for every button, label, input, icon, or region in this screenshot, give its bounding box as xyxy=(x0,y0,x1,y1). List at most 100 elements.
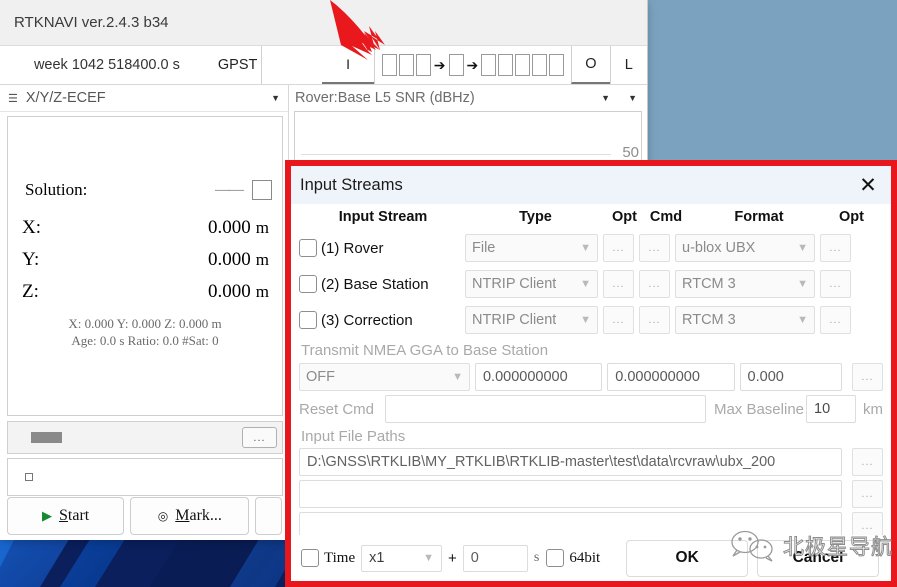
start-button[interactable]: ▶ Start xyxy=(7,497,125,535)
stream-type-value-correction: NTRIP Client xyxy=(472,312,557,328)
snr-option1-chevron-down-icon[interactable]: ▼ xyxy=(601,93,628,103)
stream-format-opt-button-rover[interactable]: ... xyxy=(820,234,851,262)
column-header-opt1: Opt xyxy=(612,209,637,225)
grip-icon: ☰ xyxy=(8,92,18,105)
message-indicator-icon xyxy=(25,473,33,481)
dialog-footer: Time x1 ▼ + 0 s 64bit OK Cancel xyxy=(291,535,891,581)
message-strip xyxy=(7,458,283,496)
nmea-gga-mode-select[interactable]: OFF ▼ xyxy=(299,363,470,391)
stream-format-value-rover: u-blox UBX xyxy=(682,240,756,256)
nmea-gga-label: Transmit NMEA GGA to Base Station xyxy=(301,342,549,359)
nmea-gga-browse-button[interactable]: ... xyxy=(851,363,883,391)
play-icon: ▶ xyxy=(42,508,53,523)
stream-cmd-button-rover[interactable]: ... xyxy=(639,234,670,262)
time-offset-input[interactable]: 0 xyxy=(462,544,528,572)
chevron-down-icon: ▼ xyxy=(452,371,463,383)
time-enable-checkbox[interactable] xyxy=(301,549,319,567)
log-streams-button[interactable]: L xyxy=(609,46,647,84)
stream-type-value-base-station: NTRIP Client xyxy=(472,276,557,292)
chevron-down-icon: ▼ xyxy=(797,314,808,326)
column-header-format: Format xyxy=(734,209,784,225)
snr-title: Rover:Base L5 SNR (dBHz) xyxy=(295,90,475,106)
stream-opt-button-rover[interactable]: ... xyxy=(603,234,634,262)
nmea-gga-latitude-input[interactable]: 0.000000000 xyxy=(474,363,603,391)
nmea-gga-height-input[interactable]: 0.000 xyxy=(739,363,842,391)
nmea-gga-row: OFF ▼ 0.000000000 0.000000000 0.000 ... xyxy=(299,362,883,392)
stream-cmd-button-base-station[interactable]: ... xyxy=(639,270,670,298)
stream-opt-button-base-station[interactable]: ... xyxy=(603,270,634,298)
progress-options-button[interactable]: ... xyxy=(242,427,277,448)
nmea-gga-longitude-input[interactable]: 0.000000000 xyxy=(607,363,735,391)
time-scale-select[interactable]: x1 ▼ xyxy=(361,544,442,572)
input-file-path-row: D:\GNSS\RTKLIB\MY_RTKLIB\RTKLIB-master\t… xyxy=(299,448,883,476)
plus-sign: + xyxy=(448,549,457,567)
nmea-gga-mode-value: OFF xyxy=(306,369,335,385)
input-file-path-1[interactable]: D:\GNSS\RTKLIB\MY_RTKLIB\RTKLIB-master\t… xyxy=(299,448,842,476)
stream-type-select-base-station[interactable]: NTRIP Client ▼ xyxy=(465,270,598,298)
coord-label-z: Z: xyxy=(22,281,39,302)
reset-cmd-input[interactable] xyxy=(385,395,706,423)
stream-type-select-rover[interactable]: File ▼ xyxy=(465,234,598,262)
input-file-paths-label: Input File Paths xyxy=(301,428,406,445)
extra-button[interactable] xyxy=(255,497,282,535)
stream-format-value-base-station: RTCM 3 xyxy=(682,276,736,292)
stream-format-select-correction[interactable]: RTCM 3 ▼ xyxy=(675,306,815,334)
annotation-arrow-icon xyxy=(330,0,385,60)
progress-bar xyxy=(31,432,62,443)
snr-gridline-label: 50 xyxy=(622,144,639,161)
input-file-browse-button-2[interactable]: ... xyxy=(852,480,883,508)
stream-cmd-button-correction[interactable]: ... xyxy=(639,306,670,334)
64bit-checkbox[interactable] xyxy=(546,549,565,567)
stream-indicator-box xyxy=(481,54,497,76)
coord-unit-z: m xyxy=(255,282,269,301)
chevron-down-icon[interactable]: ▼ xyxy=(271,93,280,103)
solution-pane: ☰ X/Y/Z-ECEF ▼ Solution: —— X: 0.000 m Y… xyxy=(0,85,289,540)
stream-row-base-station: (2) Base Station NTRIP Client ▼ ... ... … xyxy=(299,266,883,302)
stream-opt-button-correction[interactable]: ... xyxy=(603,306,634,334)
coord-label-y: Y: xyxy=(22,249,40,270)
stream-format-select-rover[interactable]: u-blox UBX ▼ xyxy=(675,234,815,262)
cancel-button[interactable]: Cancel xyxy=(757,539,879,577)
column-header-stream: Input Stream xyxy=(338,209,428,225)
stream-indicator-box xyxy=(498,54,514,76)
chevron-down-icon: ▼ xyxy=(423,552,434,564)
stream-format-value-correction: RTCM 3 xyxy=(682,312,736,328)
ok-button[interactable]: OK xyxy=(626,539,749,577)
input-file-browse-button-1[interactable]: ... xyxy=(852,448,883,476)
mark-button-rest: ark... xyxy=(189,507,222,524)
max-baseline-label: Max Baseline xyxy=(713,400,804,418)
snr-option2-chevron-down-icon[interactable]: ▼ xyxy=(628,93,641,103)
stream-format-select-base-station[interactable]: RTCM 3 ▼ xyxy=(675,270,815,298)
stream-enable-checkbox-rover[interactable] xyxy=(299,239,317,257)
dialog-title-bar: Input Streams ✕ xyxy=(291,166,891,204)
reset-cmd-label: Reset Cmd xyxy=(299,400,375,418)
stream-enable-checkbox-correction[interactable] xyxy=(299,311,317,329)
coord-unit-x: m xyxy=(255,218,269,237)
stream-enable-checkbox-base-station[interactable] xyxy=(299,275,317,293)
arrow-right-icon: ➔ xyxy=(466,57,479,73)
input-streams-dialog: Input Streams ✕ Input Stream Type Opt Cm… xyxy=(291,166,891,581)
coordinate-row-z: Z: 0.000 m xyxy=(22,281,269,303)
snr-pane-header: Rover:Base L5 SNR (dBHz) ▼ ▼ xyxy=(289,85,647,111)
max-baseline-input[interactable]: 10 xyxy=(806,395,856,423)
input-file-path-2[interactable] xyxy=(299,480,842,508)
stream-format-opt-button-correction[interactable]: ... xyxy=(820,306,851,334)
stream-type-select-correction[interactable]: NTRIP Client ▼ xyxy=(465,306,598,334)
solution-pane-header: ☰ X/Y/Z-ECEF ▼ xyxy=(0,85,288,112)
solution-summary-line2: Age: 0.0 s Ratio: 0.0 #Sat: 0 xyxy=(71,333,219,348)
column-headers: Input Stream Type Opt Cmd Format Opt xyxy=(299,204,883,230)
time-system-button[interactable]: GPST xyxy=(213,46,263,84)
mark-button[interactable]: ◎ Mark... xyxy=(130,497,250,535)
coordinate-row-y: Y: 0.000 m xyxy=(22,249,269,271)
output-streams-button[interactable]: O xyxy=(571,46,610,84)
chevron-down-icon: ▼ xyxy=(797,278,808,290)
time-label: Time xyxy=(324,549,356,566)
time-scale-value: x1 xyxy=(369,550,385,566)
stream-format-opt-button-base-station[interactable]: ... xyxy=(820,270,851,298)
start-button-label: Start xyxy=(59,507,90,524)
dialog-body: Input Stream Type Opt Cmd Format Opt (1)… xyxy=(291,204,891,540)
title-bar: RTKNAVI ver.2.4.3 b34 xyxy=(0,0,647,46)
solution-status-row: Solution: —— xyxy=(25,180,272,200)
close-icon[interactable]: ✕ xyxy=(855,175,881,196)
stream-row-correction: (3) Correction NTRIP Client ▼ ... ... RT… xyxy=(299,302,883,338)
